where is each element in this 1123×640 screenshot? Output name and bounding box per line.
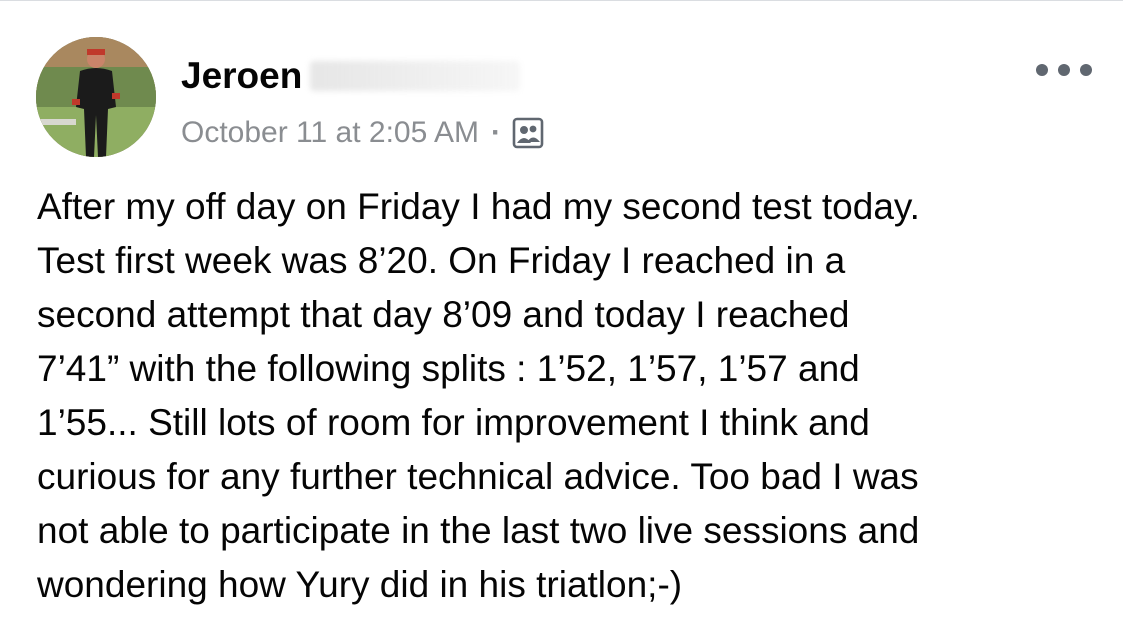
friends-icon[interactable] <box>511 116 545 150</box>
more-options-icon-dot <box>1058 64 1070 76</box>
post-text-line: After my off day on Friday I had my seco… <box>37 186 920 227</box>
redacted-surname <box>310 61 521 91</box>
feed-post: Jeroen October 11 at 2:05 AM · After my … <box>0 0 1123 640</box>
post-text-line: wondering how Yury did in his triatlon;-… <box>37 564 683 605</box>
post-body: After my off day on Friday I had my seco… <box>37 180 1107 612</box>
post-text-line: not able to participate in the last two … <box>37 510 920 551</box>
avatar-photo <box>36 37 156 157</box>
more-options-icon-dot <box>1080 64 1092 76</box>
post-text-line: 7’41” with the following splits : 1’52, … <box>37 348 860 389</box>
post-text-line: 1’55... Still lots of room for improveme… <box>37 402 870 443</box>
author-name[interactable]: Jeroen <box>181 52 521 100</box>
post-text-line: Test first week was 8’20. On Friday I re… <box>37 240 846 281</box>
post-meta: October 11 at 2:05 AM · <box>181 112 545 154</box>
post-text-line: second attempt that day 8’09 and today I… <box>37 294 850 335</box>
author-avatar[interactable] <box>36 37 156 157</box>
author-name-text[interactable]: Jeroen <box>181 55 302 96</box>
more-options-icon <box>1036 64 1048 76</box>
meta-separator: · <box>490 116 501 149</box>
post-timestamp[interactable]: October 11 at 2:05 AM <box>181 116 479 150</box>
more-options-button[interactable] <box>1036 56 1092 84</box>
post-text-line: curious for any further technical advice… <box>37 456 919 497</box>
